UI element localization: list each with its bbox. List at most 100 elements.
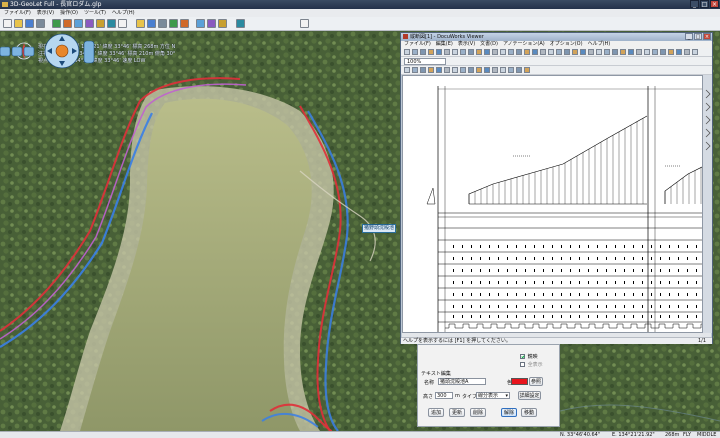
delete-button[interactable]: 削除 bbox=[470, 408, 486, 417]
close-button[interactable]: × bbox=[710, 0, 719, 8]
section-icon-2[interactable] bbox=[180, 19, 189, 28]
viewer-tool-icon-9[interactable] bbox=[468, 49, 474, 55]
viewer-tool-icon-34[interactable] bbox=[668, 49, 674, 55]
docuworks-viewer-window[interactable]: 縦断図[1] - DocuWorks Viewer _ □ × ファイル(F) … bbox=[400, 32, 713, 344]
print-icon[interactable] bbox=[36, 19, 45, 28]
move-button[interactable]: 移動 bbox=[521, 408, 537, 417]
viewer-tool-icon-8[interactable] bbox=[460, 49, 466, 55]
viewer-tool-icon-6[interactable] bbox=[444, 49, 450, 55]
menu-help[interactable]: ヘルプ(H) bbox=[112, 9, 135, 17]
viewer-menu-annotation[interactable]: アノテーション(A) bbox=[503, 41, 545, 48]
annotation-tool-icon-3[interactable] bbox=[420, 67, 426, 73]
viewer-tool-icon-21[interactable] bbox=[564, 49, 570, 55]
viewer-tool-icon-30[interactable] bbox=[636, 49, 642, 55]
annotation-tool-icon-6[interactable] bbox=[444, 67, 450, 73]
viewer-tool-icon-20[interactable] bbox=[556, 49, 562, 55]
viewer-menu-help[interactable]: ヘルプ(H) bbox=[588, 41, 611, 48]
viewer-menu-file[interactable]: ファイル(F) bbox=[404, 41, 431, 48]
viewer-tool-icon-27[interactable] bbox=[612, 49, 618, 55]
viewer-tool-icon-36[interactable] bbox=[684, 49, 690, 55]
viewer-tool-icon-22[interactable] bbox=[572, 49, 578, 55]
viewer-tool-icon-35[interactable] bbox=[676, 49, 682, 55]
viewer-tool-icon-14[interactable] bbox=[508, 49, 514, 55]
line-icon[interactable] bbox=[207, 19, 216, 28]
annotation-tool-icon-8[interactable] bbox=[460, 67, 466, 73]
release-button[interactable]: 解除 bbox=[501, 408, 517, 417]
ref-button[interactable]: 参照 bbox=[529, 377, 543, 386]
annotation-tool-icon-12[interactable] bbox=[492, 67, 498, 73]
viewer-tool-icon-3[interactable] bbox=[420, 49, 426, 55]
contour-icon[interactable] bbox=[147, 19, 156, 28]
show-all-checkbox[interactable] bbox=[520, 362, 525, 367]
detail-settings-button[interactable]: 詳細設定 bbox=[518, 391, 541, 400]
maximize-button[interactable]: □ bbox=[700, 0, 709, 8]
document-page[interactable] bbox=[402, 75, 703, 333]
annotation-tool-icon-16[interactable] bbox=[524, 67, 530, 73]
viewer-tool-icon-10[interactable] bbox=[476, 49, 482, 55]
move-icon[interactable] bbox=[52, 19, 61, 28]
viewer-tool-icon-33[interactable] bbox=[660, 49, 666, 55]
point-icon[interactable] bbox=[218, 19, 227, 28]
viewer-tool-icon-11[interactable] bbox=[484, 49, 490, 55]
annotation-tool-icon-15[interactable] bbox=[516, 67, 522, 73]
viewer-tool-icon-24[interactable] bbox=[588, 49, 594, 55]
viewer-tool-icon-25[interactable] bbox=[596, 49, 602, 55]
zoom-select[interactable]: 100% bbox=[404, 58, 446, 65]
section-icon[interactable] bbox=[169, 19, 178, 28]
viewer-maximize-button[interactable]: □ bbox=[694, 33, 702, 40]
viewer-menu-document[interactable]: 文書(D) bbox=[480, 41, 498, 48]
height-input[interactable]: 300 bbox=[435, 392, 453, 399]
annotation-tool-icon-13[interactable] bbox=[500, 67, 506, 73]
layer-icon[interactable] bbox=[85, 19, 94, 28]
color-swatch[interactable] bbox=[511, 378, 528, 385]
annotation-tool-icon-9[interactable] bbox=[468, 67, 474, 73]
export-icon[interactable] bbox=[74, 19, 83, 28]
annotation-tool-icon-5[interactable] bbox=[436, 67, 442, 73]
annotation-tool-icon-11[interactable] bbox=[484, 67, 490, 73]
viewer-minimize-button[interactable]: _ bbox=[685, 33, 693, 40]
viewer-tool-icon-31[interactable] bbox=[644, 49, 650, 55]
viewer-tool-icon-26[interactable] bbox=[604, 49, 610, 55]
add-button[interactable]: 追加 bbox=[428, 408, 444, 417]
menu-file[interactable]: ファイル(F) bbox=[4, 9, 31, 17]
terrain-icon[interactable] bbox=[118, 19, 127, 28]
layer-icon-2[interactable] bbox=[96, 19, 105, 28]
help-icon[interactable] bbox=[300, 19, 309, 28]
annotation-tool-icon-14[interactable] bbox=[508, 67, 514, 73]
mirror-checkbox[interactable] bbox=[520, 354, 525, 359]
viewer-tool-icon-17[interactable] bbox=[532, 49, 538, 55]
viewer-side-panel[interactable] bbox=[703, 75, 712, 333]
viewer-menu-edit[interactable]: 編集(E) bbox=[436, 41, 453, 48]
viewer-tool-icon-29[interactable] bbox=[628, 49, 634, 55]
navigation-control-icon[interactable] bbox=[0, 31, 96, 71]
open-icon[interactable] bbox=[14, 19, 23, 28]
update-button[interactable]: 更新 bbox=[449, 408, 465, 417]
save-icon[interactable] bbox=[25, 19, 34, 28]
annotation-tool-icon-7[interactable] bbox=[452, 67, 458, 73]
viewer-tool-icon-7[interactable] bbox=[452, 49, 458, 55]
name-input[interactable]: 猪頭沈殿池A bbox=[438, 378, 486, 385]
annotation-tool-icon-10[interactable] bbox=[476, 67, 482, 73]
annotation-tool-icon-2[interactable] bbox=[412, 67, 418, 73]
viewer-close-button[interactable]: × bbox=[703, 33, 711, 40]
viewer-tool-icon-19[interactable] bbox=[548, 49, 554, 55]
menu-view[interactable]: 表示(V) bbox=[37, 9, 54, 17]
viewer-tool-icon-23[interactable] bbox=[580, 49, 586, 55]
minimize-button[interactable]: _ bbox=[690, 0, 699, 8]
viewer-tool-icon-32[interactable] bbox=[652, 49, 658, 55]
settings-icon[interactable] bbox=[236, 19, 245, 28]
viewer-tool-icon-13[interactable] bbox=[500, 49, 506, 55]
viewer-tool-icon-28[interactable] bbox=[620, 49, 626, 55]
viewer-menu-view[interactable]: 表示(V) bbox=[458, 41, 475, 48]
viewer-tool-icon-12[interactable] bbox=[492, 49, 498, 55]
annotation-tool-icon-4[interactable] bbox=[428, 67, 434, 73]
viewer-tool-icon-4[interactable] bbox=[428, 49, 434, 55]
viewer-tool-icon-16[interactable] bbox=[524, 49, 530, 55]
annotation-tool-icon-1[interactable] bbox=[404, 67, 410, 73]
viewer-tool-icon-1[interactable] bbox=[404, 49, 410, 55]
menu-tools[interactable]: ツール(T) bbox=[84, 9, 106, 17]
menu-operate[interactable]: 操作(O) bbox=[60, 9, 78, 17]
new-icon[interactable] bbox=[3, 19, 12, 28]
viewer-menu-options[interactable]: オプション(O) bbox=[550, 41, 583, 48]
viewer-tool-icon-18[interactable] bbox=[540, 49, 546, 55]
